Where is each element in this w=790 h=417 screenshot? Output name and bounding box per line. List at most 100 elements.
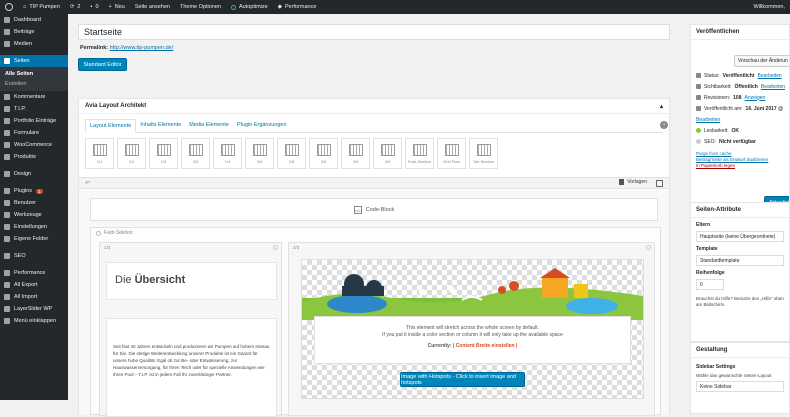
title-input[interactable]: Startseite [78, 24, 670, 40]
parent-select[interactable]: Hauptseite (keine Übergeordnete) [696, 231, 784, 242]
template-select[interactable]: Standardtemplate [696, 255, 784, 266]
layout-element-button[interactable]: 3/5 [341, 138, 370, 169]
sidebar-item-comment[interactable]: Kommentare [0, 91, 68, 103]
sidebar-item-product[interactable]: Produkte [0, 151, 68, 163]
autoptimize-link[interactable]: Autoptimize [226, 0, 273, 14]
templates-button[interactable]: Vorlagen [619, 179, 647, 185]
submenu-item[interactable]: Alle Seiten [0, 69, 68, 79]
sidebar-item-collapse[interactable]: Menü einklappen [0, 315, 68, 327]
updates-link[interactable]: ⟳ 2 [65, 0, 86, 14]
undo-icon[interactable]: ↶ [85, 180, 90, 187]
layout-element-button[interactable]: 4/5 [373, 138, 402, 169]
column-two-third[interactable]: 2/3 This element will stretch across the… [288, 242, 655, 416]
sidebar-item-layers[interactable]: LayerSlider WP [0, 303, 68, 315]
site-name-link[interactable]: ⌂ TIP Pumpen [18, 0, 65, 14]
column-layout-icon [252, 143, 267, 156]
trash-link[interactable]: In Papierkorb legen [696, 163, 735, 168]
revisions-link[interactable]: Anzeigen [744, 95, 765, 101]
sidebar-item-plugin[interactable]: Plugins 1 [0, 185, 68, 197]
updates-count: 2 [77, 4, 81, 10]
layout-element-button[interactable]: 1/3 [149, 138, 178, 169]
sidebar-item-seo[interactable]: SEO [0, 250, 68, 262]
preview-changes-button[interactable]: Vorschau der Änderun [734, 55, 789, 67]
order-label: Reihenfolge [696, 270, 725, 276]
sidebar-item-import[interactable]: All Import [0, 291, 68, 303]
sidebar-item-export[interactable]: All Export [0, 279, 68, 291]
layout-element-button[interactable]: 1/1 [85, 138, 114, 169]
layout-element-button[interactable]: 1/4 [213, 138, 242, 169]
published-value: 16. Juni 2017 @ [745, 105, 783, 112]
new-link[interactable]: + Neu [104, 0, 130, 14]
sidebar-item-fields[interactable]: Eigene Felder [0, 233, 68, 245]
layout-element-button[interactable]: Grid Row [437, 138, 466, 169]
layout-element-button[interactable]: 1/5 [277, 138, 306, 169]
plus-icon: + [108, 4, 112, 10]
color-section-element[interactable]: Farb-Sektion 1/3 Die Übersicht Seit fast… [90, 227, 661, 417]
code-block-element[interactable]: </> Code-Block [90, 198, 658, 221]
sidebar-item-pin[interactable]: Beiträge [0, 26, 68, 38]
seo-status-icon [696, 139, 701, 144]
trash-icon[interactable] [619, 179, 625, 185]
sidebar-item-star[interactable]: T.I.P. [0, 103, 68, 115]
column-one-third[interactable]: 1/3 Die Übersicht Seit fast 40 Jahren en… [99, 242, 282, 417]
sidebar-item-tools[interactable]: Werkzeuge [0, 209, 68, 221]
column-size-label: 2/3 [293, 245, 300, 250]
sidebar-item-label: SEO [14, 253, 26, 259]
sidebar-item-woocommerce[interactable]: WooCommerce [0, 139, 68, 151]
sidebar-settings-help: Wähle das gewünschte Seiten-Layout [696, 373, 772, 378]
theme-options-link[interactable]: Theme Optionen [175, 0, 226, 14]
tab-plugin-ergänzungen[interactable]: Plugin Ergänzungen [233, 119, 291, 132]
help-icon[interactable]: i [660, 121, 668, 129]
tab-media-elemente[interactable]: Media Elemente [185, 119, 233, 132]
layout-element-button[interactable]: Tab Section [469, 138, 498, 169]
layout-element-button[interactable]: 3/4 [245, 138, 274, 169]
edit-visibility-link[interactable]: Bearbeiten [761, 84, 785, 90]
sidebar-item-media[interactable]: Medien [0, 38, 68, 50]
wordpress-logo[interactable] [0, 0, 18, 14]
sidebar-item-user[interactable]: Benutzer [0, 197, 68, 209]
sidebar-item-portfolio[interactable]: Portfolio Einträge [0, 115, 68, 127]
text-block-element[interactable]: Seit fast 40 Jahren entwickeln und produ… [106, 318, 277, 417]
sidebar-item-form[interactable]: Formulare [0, 127, 68, 139]
layout-element-button[interactable]: 1/2 [117, 138, 146, 169]
right-sidebar: Veröffentlichen Vorschau der Änderun Sta… [690, 14, 790, 414]
sidebar-item-brush[interactable]: Design [0, 168, 68, 180]
readability-row: Lesbarkeit: OK [691, 125, 789, 136]
submenu-item[interactable]: Erstellen [0, 79, 68, 89]
performance-link[interactable]: ◆ Performance [273, 0, 322, 14]
standard-editor-button[interactable]: Standard Editor [78, 58, 127, 71]
sidebar-item-performance[interactable]: Performance [0, 267, 68, 279]
layers-icon [4, 306, 10, 312]
special-heading-element[interactable]: Die Übersicht [106, 262, 277, 300]
fullscreen-icon[interactable] [656, 180, 663, 187]
permalink: Permalink: http://www.tip-pumpen.de/ [80, 45, 173, 51]
hotspot-preview-illustration [302, 268, 643, 320]
account-link[interactable]: Willkommen, [749, 0, 790, 14]
sidebar-select[interactable]: Keine Sidebar [696, 381, 784, 392]
insert-hotspot-image-button[interactable]: Image with Hotspots - Click to insert im… [400, 372, 525, 387]
content-width-link[interactable]: | Content Breite einstellen | [453, 343, 517, 349]
templates-label: Vorlagen [627, 179, 647, 185]
sidebar-item-label: All Export [14, 282, 38, 288]
permalink-url[interactable]: http://www.tip-pumpen.de/ [110, 45, 174, 51]
layout-element-label: 3/5 [352, 158, 359, 164]
purge-cache-link[interactable]: Purge from cache [696, 151, 732, 156]
sidebar-item-dashboard[interactable]: Dashboard [0, 14, 68, 26]
sidebar-item-settings[interactable]: Einstellungen [0, 221, 68, 233]
duplicate-draft-link[interactable]: Beitrag/Seite als Entwurf duplizieren [696, 157, 768, 162]
comments-link[interactable]: ▪ 0 [85, 0, 103, 14]
tab-inhalts-elemente[interactable]: Inhalts Elemente [136, 119, 185, 132]
layout-element-button[interactable]: 2/3 [181, 138, 210, 169]
collapse-toggle-icon[interactable]: ▴ [660, 103, 663, 110]
layout-element-button[interactable]: 2/5 [309, 138, 338, 169]
edit-date-link[interactable]: Bearbeiten [696, 117, 720, 123]
order-input[interactable]: 0 [696, 279, 724, 290]
layout-element-button[interactable]: Farb-Sektion [405, 138, 434, 169]
edit-status-link[interactable]: Bearbeiten [758, 73, 782, 79]
sidebar-item-page[interactable]: Seiten [0, 55, 68, 67]
tab-layout-elemente[interactable]: Layout Elemente [85, 119, 137, 133]
export-icon [4, 282, 10, 288]
image-hotspot-element[interactable]: This element will stretch across the who… [301, 259, 644, 399]
column-layout-icon [476, 143, 491, 156]
view-page-link[interactable]: Seite ansehen [130, 0, 175, 14]
